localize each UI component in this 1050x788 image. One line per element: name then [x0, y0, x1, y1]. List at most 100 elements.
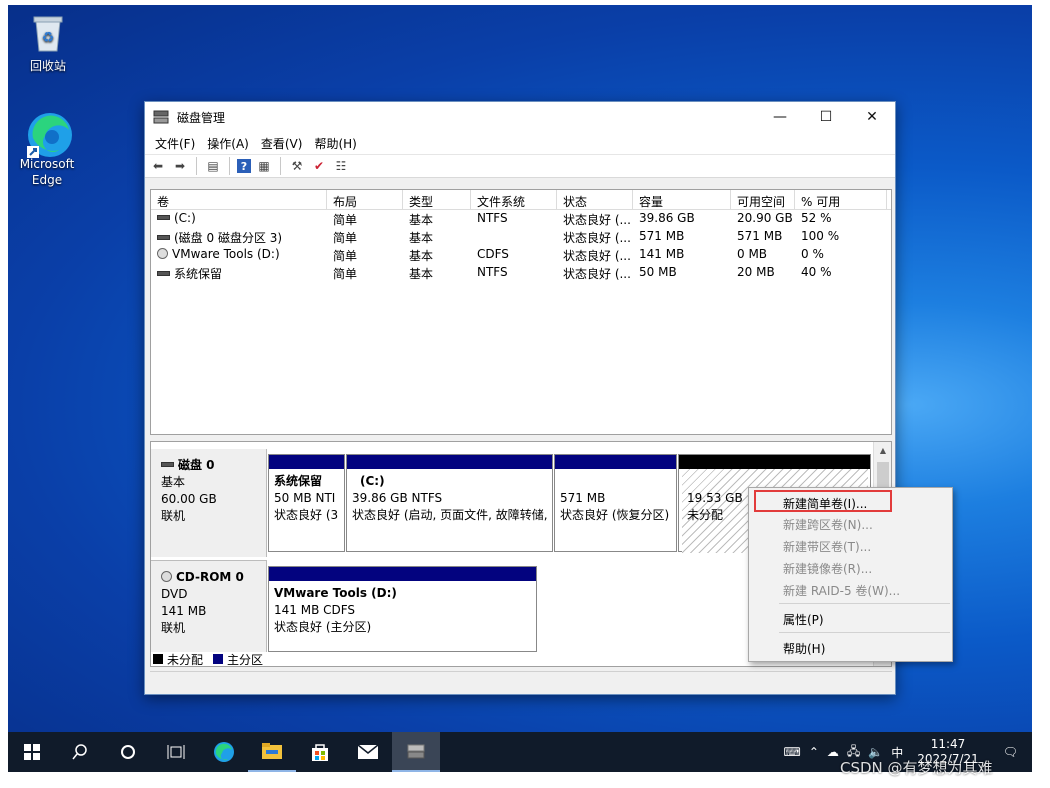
partition-bar — [555, 455, 676, 469]
taskbar-edge-icon[interactable] — [200, 732, 248, 772]
column-header-type[interactable]: 类型 — [403, 190, 471, 209]
menu-file[interactable]: 文件(F) — [149, 135, 201, 152]
file-explorer-icon[interactable] — [248, 732, 296, 772]
table-row[interactable]: VMware Tools (D:) 简单 基本 CDFS 状态良好 (... 1… — [151, 246, 891, 264]
volume-percent-free: 100 % — [801, 229, 840, 243]
store-icon[interactable] — [296, 732, 344, 772]
table-row[interactable]: (C:) 简单 基本 NTFS 状态良好 (... 39.86 GB 20.90… — [151, 210, 891, 228]
menu-item-new-simple-volume[interactable]: 新建简单卷(I)... — [754, 490, 892, 512]
partition-bar — [679, 455, 870, 469]
volume-filesystem — [471, 228, 557, 246]
properties-pane-icon[interactable]: ▦ — [255, 157, 273, 175]
volume-filesystem: NTFS — [477, 265, 508, 279]
taskbar-disk-management-icon[interactable] — [392, 732, 440, 772]
partition-recovery[interactable]: 571 MB 状态良好 (恢复分区) — [554, 454, 677, 552]
volume-free-space: 20.90 GB — [737, 211, 793, 225]
partition-system-reserved[interactable]: 系统保留 50 MB NTI 状态良好 (3 — [268, 454, 345, 552]
disk-0-label[interactable]: 磁盘 0 基本 60.00 GB 联机 — [151, 449, 267, 557]
volume-free-space: 0 MB — [737, 247, 768, 261]
desktop-icon-label: 回收站 — [29, 59, 66, 73]
column-header-capacity[interactable]: 容量 — [633, 190, 731, 209]
menu-item-new-striped-volume[interactable]: 新建带区卷(T)... — [749, 534, 952, 556]
column-header-status[interactable]: 状态 — [557, 190, 633, 209]
column-header-layout[interactable]: 布局 — [327, 190, 403, 209]
mail-icon[interactable] — [344, 732, 392, 772]
cd-drive-icon — [161, 571, 172, 582]
scrollbar-thumb[interactable] — [877, 462, 889, 488]
close-button[interactable]: ✕ — [849, 102, 895, 132]
menu-separator — [779, 632, 950, 633]
recycle-bin-icon: ♻ — [26, 11, 70, 55]
disk-name: 磁盘 0 — [178, 458, 215, 472]
cdrom-0-label[interactable]: CD-ROM 0 DVD 141 MB 联机 — [151, 560, 267, 652]
forward-arrow-icon[interactable]: ➡ — [171, 157, 189, 175]
partition-name: VMware Tools (D:) — [274, 586, 397, 600]
disk-state: 联机 — [161, 621, 186, 635]
partition-name — [560, 473, 671, 490]
show-hidden-icons-chevron-icon[interactable]: ⌃ — [805, 745, 823, 759]
volume-status: 状态良好 (... — [563, 249, 631, 263]
legend-swatch-unallocated — [153, 654, 163, 664]
disk-type: DVD — [161, 587, 188, 601]
menu-item-properties[interactable]: 属性(P) — [749, 607, 952, 629]
volume-type: 基本 — [409, 249, 434, 263]
column-header-filesystem[interactable]: 文件系统 — [471, 190, 557, 209]
column-header-percent-free[interactable]: % 可用 — [795, 190, 887, 209]
clock-time: 11:47 — [930, 737, 966, 751]
volume-layout: 简单 — [333, 249, 358, 263]
menu-item-help[interactable]: 帮助(H) — [749, 636, 952, 658]
disk-state: 联机 — [161, 509, 186, 523]
partition-c-drive[interactable]: (C:) 39.86 GB NTFS 状态良好 (启动, 页面文件, 故障转储, — [346, 454, 553, 552]
table-row[interactable]: (磁盘 0 磁盘分区 3) 简单 基本 状态良好 (... 571 MB 571… — [151, 228, 891, 246]
help-icon[interactable]: ? — [237, 159, 251, 173]
back-arrow-icon[interactable]: ⬅ — [149, 157, 167, 175]
volume-percent-free: 0 % — [801, 247, 824, 261]
keyboard-icon[interactable]: ⌨ — [779, 745, 804, 759]
volume-list-header: 卷 布局 类型 文件系统 状态 容量 可用空间 % 可用 — [151, 190, 891, 210]
partition-status: 状态良好 (启动, 页面文件, 故障转储, — [352, 508, 548, 522]
search-icon[interactable] — [56, 732, 104, 772]
maximize-button[interactable]: ☐ — [803, 102, 849, 132]
menu-item-new-raid5-volume[interactable]: 新建 RAID-5 卷(W)... — [749, 578, 952, 600]
menu-help[interactable]: 帮助(H) — [308, 135, 362, 152]
desktop-icon-edge[interactable]: Microsoft Edge — [12, 110, 82, 188]
task-view-icon[interactable] — [152, 732, 200, 772]
cortana-icon[interactable] — [104, 732, 152, 772]
partition-bar — [347, 455, 552, 469]
minimize-button[interactable]: — — [757, 102, 803, 132]
start-windows-icon[interactable] — [8, 732, 56, 772]
column-header-volume[interactable]: 卷 — [151, 190, 327, 209]
check-icon[interactable]: ✔ — [310, 157, 328, 175]
volume-status: 状态良好 (... — [563, 267, 631, 281]
title-bar[interactable]: 磁盘管理 — ☐ ✕ — [145, 102, 895, 132]
table-row[interactable]: 系统保留 简单 基本 NTFS 状态良好 (... 50 MB 20 MB 40… — [151, 264, 891, 282]
connect-disk-icon[interactable]: ⚒ — [288, 157, 306, 175]
legend-label-primary: 主分区 — [227, 652, 264, 667]
desktop-icon-recycle-bin[interactable]: ♻ 回收站 — [13, 11, 83, 74]
notification-center-icon[interactable]: 🗨 — [989, 745, 1032, 759]
partition-bar — [269, 455, 344, 469]
menu-view[interactable]: 查看(V) — [255, 135, 309, 152]
toolbar-separator — [229, 157, 230, 175]
volume-name: VMware Tools (D:) — [172, 247, 280, 261]
scroll-up-arrow-icon[interactable]: ▲ — [874, 446, 891, 455]
menu-item-new-spanned-volume[interactable]: 新建跨区卷(N)... — [749, 512, 952, 534]
edge-icon — [25, 110, 72, 158]
volume-icon — [157, 235, 170, 240]
volume-name: 系统保留 — [174, 267, 223, 281]
volume-icon — [157, 215, 170, 220]
menu-item-new-mirrored-volume[interactable]: 新建镜像卷(R)... — [749, 556, 952, 578]
volume-status: 状态良好 (... — [563, 213, 631, 227]
partition-vmware-tools[interactable]: VMware Tools (D:) 141 MB CDFS 状态良好 (主分区) — [268, 566, 537, 652]
disk-name: CD-ROM 0 — [176, 570, 244, 584]
menu-bar: 文件(F) 操作(A) 查看(V) 帮助(H) — [145, 132, 895, 154]
list-properties-icon[interactable]: ☷ — [332, 157, 350, 175]
partition-status: 状态良好 (主分区) — [274, 620, 372, 634]
show-hide-console-tree-icon[interactable]: ▤ — [204, 157, 222, 175]
column-header-free-space[interactable]: 可用空间 — [731, 190, 795, 209]
menu-action[interactable]: 操作(A) — [201, 135, 255, 152]
volume-status: 状态良好 (... — [563, 231, 631, 245]
status-bar — [150, 671, 892, 691]
partition-name: 系统保留 — [274, 474, 323, 488]
toolbar: ⬅ ➡ ▤ ? ▦ ⚒ ✔ ☷ — [145, 154, 895, 178]
